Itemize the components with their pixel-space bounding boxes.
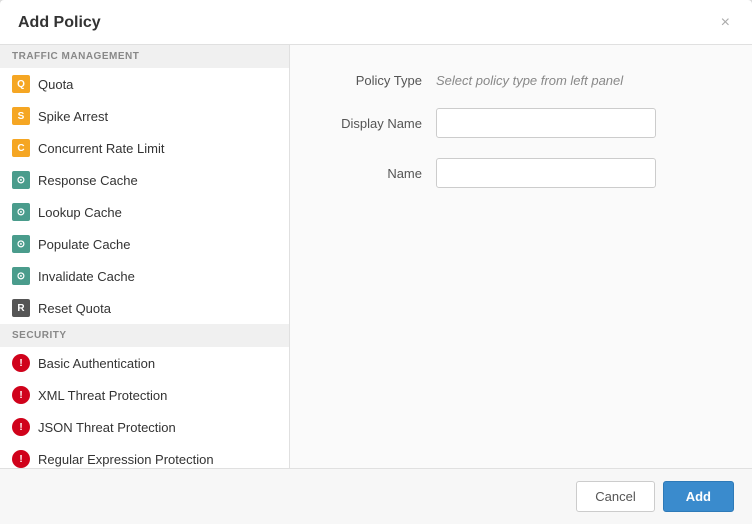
name-row: Name: [326, 158, 716, 188]
policy-item-label: XML Threat Protection: [38, 388, 167, 403]
policy-item-label: Basic Authentication: [38, 356, 155, 371]
add-button[interactable]: Add: [663, 481, 734, 512]
policy-item-lookup-cache[interactable]: ⊙ Lookup Cache: [0, 196, 289, 228]
policy-item-label: Quota: [38, 77, 73, 92]
display-name-label: Display Name: [326, 116, 436, 131]
policy-item-label: Regular Expression Protection: [38, 452, 214, 467]
policy-type-placeholder: Select policy type from left panel: [436, 73, 623, 88]
xml-threat-icon: !: [12, 386, 30, 404]
display-name-row: Display Name: [326, 108, 716, 138]
modal-body: TRAFFIC MANAGEMENT Q Quota S Spike Arres…: [0, 45, 752, 468]
section-header-security: SECURITY: [0, 324, 289, 347]
policy-item-reset-quota[interactable]: R Reset Quota: [0, 292, 289, 324]
policy-item-label: Invalidate Cache: [38, 269, 135, 284]
left-panel: TRAFFIC MANAGEMENT Q Quota S Spike Arres…: [0, 45, 290, 468]
name-label: Name: [326, 166, 436, 181]
policy-item-json-threat[interactable]: ! JSON Threat Protection: [0, 411, 289, 443]
policy-item-concurrent-rate[interactable]: C Concurrent Rate Limit: [0, 132, 289, 164]
spike-arrest-icon: S: [12, 107, 30, 125]
basic-auth-icon: !: [12, 354, 30, 372]
policy-item-basic-auth[interactable]: ! Basic Authentication: [0, 347, 289, 379]
invalidate-cache-icon: ⊙: [12, 267, 30, 285]
regex-protection-icon: !: [12, 450, 30, 468]
json-threat-icon: !: [12, 418, 30, 436]
close-button[interactable]: ×: [717, 14, 734, 32]
policy-type-label: Policy Type: [326, 73, 436, 88]
lookup-cache-icon: ⊙: [12, 203, 30, 221]
policy-item-quota[interactable]: Q Quota: [0, 68, 289, 100]
policy-item-response-cache[interactable]: ⊙ Response Cache: [0, 164, 289, 196]
policy-item-populate-cache[interactable]: ⊙ Populate Cache: [0, 228, 289, 260]
policy-item-label: Response Cache: [38, 173, 138, 188]
quota-icon: Q: [12, 75, 30, 93]
policy-item-label: Spike Arrest: [38, 109, 108, 124]
section-header-traffic: TRAFFIC MANAGEMENT: [0, 45, 289, 68]
modal-header: Add Policy ×: [0, 0, 752, 45]
policy-item-label: Concurrent Rate Limit: [38, 141, 164, 156]
policy-list: TRAFFIC MANAGEMENT Q Quota S Spike Arres…: [0, 45, 289, 468]
policy-item-xml-threat[interactable]: ! XML Threat Protection: [0, 379, 289, 411]
right-panel: Policy Type Select policy type from left…: [290, 45, 752, 468]
policy-item-spike-arrest[interactable]: S Spike Arrest: [0, 100, 289, 132]
name-input[interactable]: [436, 158, 656, 188]
policy-item-label: Lookup Cache: [38, 205, 122, 220]
modal-footer: Cancel Add: [0, 468, 752, 524]
policy-item-invalidate-cache[interactable]: ⊙ Invalidate Cache: [0, 260, 289, 292]
display-name-input[interactable]: [436, 108, 656, 138]
cancel-button[interactable]: Cancel: [576, 481, 654, 512]
policy-item-label: Populate Cache: [38, 237, 131, 252]
add-policy-modal: Add Policy × TRAFFIC MANAGEMENT Q Quota …: [0, 0, 752, 524]
policy-item-label: JSON Threat Protection: [38, 420, 176, 435]
policy-type-row: Policy Type Select policy type from left…: [326, 73, 716, 88]
concurrent-rate-icon: C: [12, 139, 30, 157]
policy-item-label: Reset Quota: [38, 301, 111, 316]
populate-cache-icon: ⊙: [12, 235, 30, 253]
reset-quota-icon: R: [12, 299, 30, 317]
policy-item-regex-protection[interactable]: ! Regular Expression Protection: [0, 443, 289, 468]
response-cache-icon: ⊙: [12, 171, 30, 189]
modal-title: Add Policy: [18, 14, 101, 32]
